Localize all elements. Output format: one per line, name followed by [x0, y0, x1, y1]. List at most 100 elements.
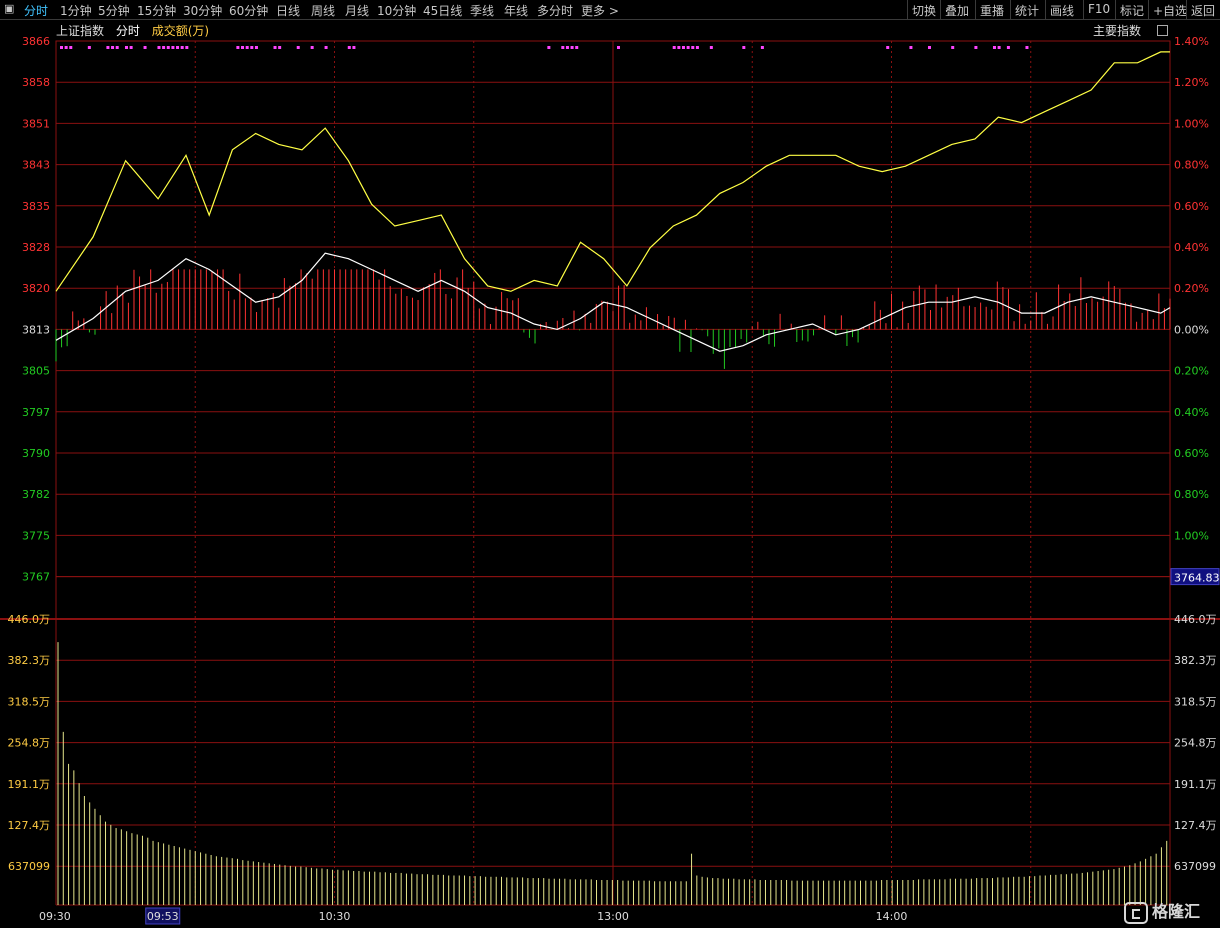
time-axis-label: 14:00	[876, 910, 908, 923]
auction-marker	[254, 46, 258, 49]
auction-marker	[691, 46, 695, 49]
price-tick-label: 3790	[22, 447, 50, 460]
auction-marker	[273, 46, 277, 49]
percent-tick-label: 1.00%	[1174, 529, 1209, 542]
auction-marker	[742, 46, 746, 49]
percent-tick-label: 1.20%	[1174, 76, 1209, 89]
auction-marker	[686, 46, 690, 49]
auction-marker	[352, 46, 356, 49]
volume-tick-label-right: 254.8万	[1174, 737, 1217, 750]
auction-marker	[129, 46, 133, 49]
volume-tick-label-right: 382.3万	[1174, 654, 1217, 667]
auction-marker	[909, 46, 913, 49]
volume-tick-label-left: 191.1万	[8, 778, 51, 791]
auction-marker	[162, 46, 166, 49]
auction-marker	[672, 46, 676, 49]
percent-tick-label: 0.20%	[1174, 282, 1209, 295]
percent-tick-label: 0.40%	[1174, 406, 1209, 419]
auction-marker	[617, 46, 620, 49]
auction-marker	[992, 46, 996, 49]
price-tick-label: 3858	[22, 76, 50, 89]
volume-tick-label-right: 191.1万	[1174, 778, 1217, 791]
auction-marker	[60, 46, 63, 49]
auction-marker	[547, 46, 551, 49]
auction-marker	[236, 46, 240, 49]
time-axis-label: 13:00	[597, 910, 629, 923]
auction-marker	[111, 46, 115, 49]
volume-tick-label-left: 254.8万	[8, 737, 51, 750]
auction-marker	[677, 46, 681, 49]
auction-marker	[64, 46, 68, 49]
volume-tick-label-right: 318.5万	[1174, 695, 1217, 708]
auction-marker	[681, 46, 685, 49]
time-axis-label: 10:30	[319, 910, 351, 923]
auction-marker	[176, 46, 180, 49]
auction-marker	[561, 46, 565, 49]
percent-tick-label: 0.80%	[1174, 159, 1209, 172]
volume-tick-label-left: 127.4万	[8, 819, 51, 832]
auction-marker	[974, 46, 978, 49]
axis-bottom-value: 3764.83	[1174, 572, 1220, 585]
percent-tick-label: 1.00%	[1174, 117, 1209, 130]
time-axis-label: 09:30	[39, 910, 71, 923]
auction-marker	[87, 46, 91, 49]
auction-marker	[180, 46, 184, 49]
auction-marker	[347, 46, 351, 49]
price-tick-label: 3820	[22, 282, 50, 295]
price-tick-label: 3805	[22, 365, 50, 378]
auction-marker	[166, 46, 170, 49]
volume-tick-label-right: 637099	[1174, 860, 1216, 873]
volume-tick-label-right: 446.0万	[1174, 613, 1217, 626]
auction-marker	[185, 46, 189, 49]
auction-marker	[157, 46, 161, 49]
time-axis-label: 09:53	[147, 910, 179, 923]
percent-tick-label: 0.40%	[1174, 241, 1209, 254]
price-tick-label: 3797	[22, 406, 50, 419]
percent-tick-label: 0.00%	[1174, 323, 1209, 336]
auction-marker	[106, 46, 110, 49]
percent-tick-label: 0.20%	[1174, 365, 1209, 378]
auction-marker	[296, 46, 300, 49]
auction-marker	[310, 46, 314, 49]
watermark-logo: 格隆汇	[1124, 898, 1200, 924]
auction-marker	[324, 46, 328, 49]
auction-marker	[171, 46, 175, 49]
auction-marker	[951, 46, 955, 49]
auction-marker	[250, 46, 254, 49]
price-tick-label: 3851	[22, 117, 50, 130]
auction-marker	[927, 46, 931, 49]
price-tick-label: 3828	[22, 241, 50, 254]
percent-tick-label: 0.80%	[1174, 488, 1209, 501]
auction-marker	[570, 46, 574, 49]
auction-marker	[115, 46, 119, 49]
volume-tick-label-right: 127.4万	[1174, 819, 1217, 832]
volume-tick-label-left: 318.5万	[8, 695, 51, 708]
price-tick-label: 3767	[22, 571, 50, 584]
auction-marker	[245, 46, 249, 49]
price-tick-label: 3782	[22, 488, 50, 501]
price-tick-label: 3843	[22, 159, 50, 172]
price-tick-label: 3866	[22, 35, 50, 48]
auction-marker	[760, 46, 764, 49]
auction-marker	[695, 46, 699, 49]
auction-marker	[565, 46, 569, 49]
auction-marker	[241, 46, 245, 49]
intraday-chart[interactable]: 3866 3858 3851 3843 3835 3828 3820 3813 3805 3797…	[0, 0, 1220, 928]
auction-marker	[575, 46, 579, 49]
auction-marker	[143, 46, 147, 49]
volume-tick-label-left: 637099	[8, 860, 50, 873]
auction-marker	[997, 46, 1001, 49]
percent-tick-label: 0.60%	[1174, 200, 1209, 213]
volume-tick-label-left: 446.0万	[8, 613, 51, 626]
price-tick-label: 3835	[22, 200, 50, 213]
auction-marker	[886, 46, 890, 49]
volume-tick-label-left: 382.3万	[8, 654, 51, 667]
price-tick-label: 3775	[22, 529, 50, 542]
percent-tick-label: 1.40%	[1174, 35, 1209, 48]
auction-marker	[709, 46, 713, 49]
price-tick-label: 3813	[22, 323, 50, 336]
auction-marker	[278, 46, 282, 49]
percent-tick-label: 0.60%	[1174, 447, 1209, 460]
auction-marker	[124, 46, 128, 49]
auction-marker	[69, 46, 73, 49]
